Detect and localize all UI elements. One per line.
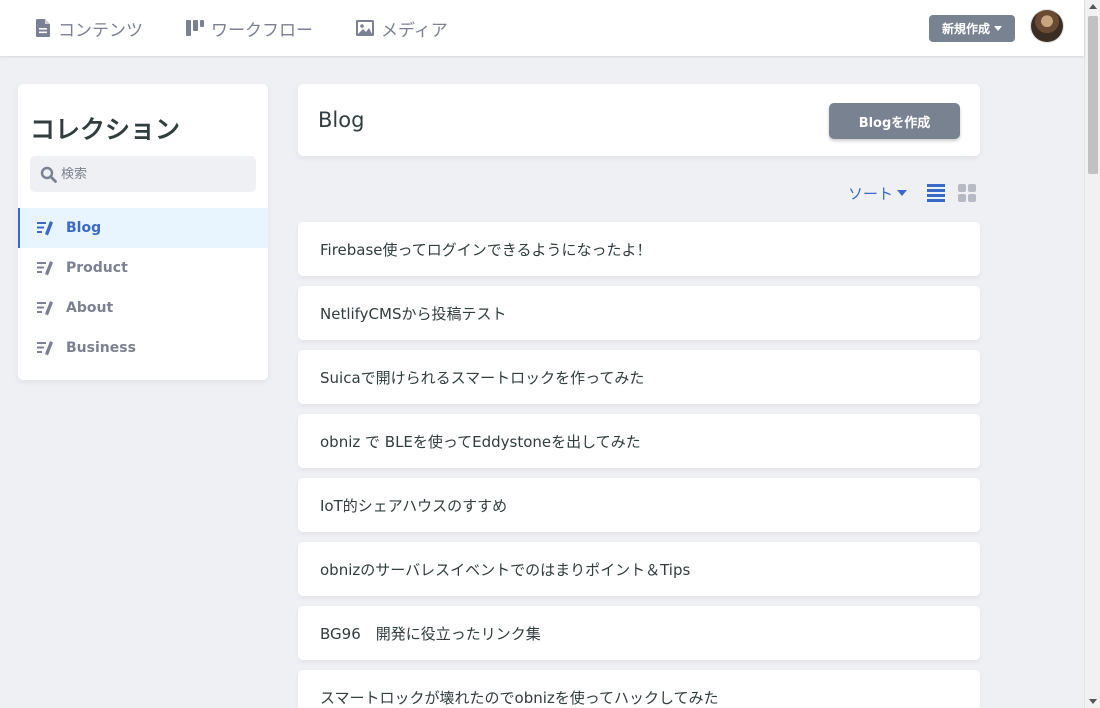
list-item[interactable]: BG96 開発に役立ったリンク集 [298,606,980,660]
write-icon [37,221,53,236]
list-item[interactable]: Firebase使ってログインできるようになったよ！ [298,222,980,276]
grid-view-icon[interactable] [958,184,976,202]
new-create-button[interactable]: 新規作成 [929,15,1015,42]
collection-list: Blog Product About Business [18,208,268,368]
list-item[interactable]: obniz で BLEを使ってEddystoneを出してみた [298,414,980,468]
write-icon [37,301,53,316]
sidebar-item-label: About [66,300,114,316]
sidebar-item-product[interactable]: Product [18,248,268,288]
sidebar-item-blog[interactable]: Blog [18,208,268,248]
nav-contents-label: コンテンツ [58,20,143,41]
list-item[interactable]: スマートロックが壊れたのでobnizを使ってハックしてみた [298,670,980,708]
collections-sidebar: コレクション Blog [18,84,268,380]
page-scrollbar[interactable] [1084,0,1100,708]
sort-dropdown[interactable]: ソート [848,183,908,204]
list-item[interactable]: obnizのサーバレスイベントでのはまりポイント＆Tips [298,542,980,596]
scroll-down-arrow-icon[interactable] [1089,699,1097,704]
write-icon [37,341,53,356]
sidebar-item-label: Blog [66,220,102,236]
list-item[interactable]: IoT的シェアハウスのすすめ [298,478,980,532]
search-box [30,156,256,192]
entry-list: Firebase使ってログインできるようになったよ！ NetlifyCMSから投… [298,222,980,708]
collection-header: Blog Blogを作成 [298,84,980,156]
avatar[interactable] [1031,10,1063,42]
sidebar-item-label: Business [66,340,136,356]
new-create-label: 新規作成 [941,22,990,36]
nav-workflow[interactable]: ワークフロー [185,16,313,41]
app-root: コンテンツ ワークフロー メディア 新規作成 コレクション 検索 Blog Pr… [0,0,1100,708]
caret-down-icon [994,26,1002,31]
image-icon [356,20,374,36]
top-nav: コンテンツ ワークフロー メディア [34,0,490,56]
search-icon [40,166,57,183]
sort-label: ソート [848,184,894,203]
caret-down-icon [897,190,908,196]
workflow-icon [186,20,204,36]
sidebar-item-business[interactable]: Business [18,328,268,368]
search-input[interactable] [61,166,241,182]
write-icon [37,261,53,276]
page-title: Blog [318,108,365,132]
sidebar-item-label: Product [66,260,128,276]
view-controls: ソート [848,180,976,206]
scroll-up-arrow-icon[interactable] [1089,4,1097,9]
list-item[interactable]: Suicaで開けられるスマートロックを作ってみた [298,350,980,404]
top-bar: コンテンツ ワークフロー メディア 新規作成 [0,0,1084,56]
create-entry-button[interactable]: Blogを作成 [829,103,960,139]
nav-media-label: メディア [381,20,448,41]
sidebar-title: コレクション [30,115,181,144]
document-icon [36,19,50,37]
nav-contents[interactable]: コンテンツ [34,16,143,41]
list-view-icon[interactable] [927,184,945,202]
sidebar-item-about[interactable]: About [18,288,268,328]
nav-media[interactable]: メディア [355,16,448,41]
list-item[interactable]: NetlifyCMSから投稿テスト [298,286,980,340]
nav-workflow-label: ワークフロー [211,20,313,41]
scroll-thumb[interactable] [1088,16,1098,174]
